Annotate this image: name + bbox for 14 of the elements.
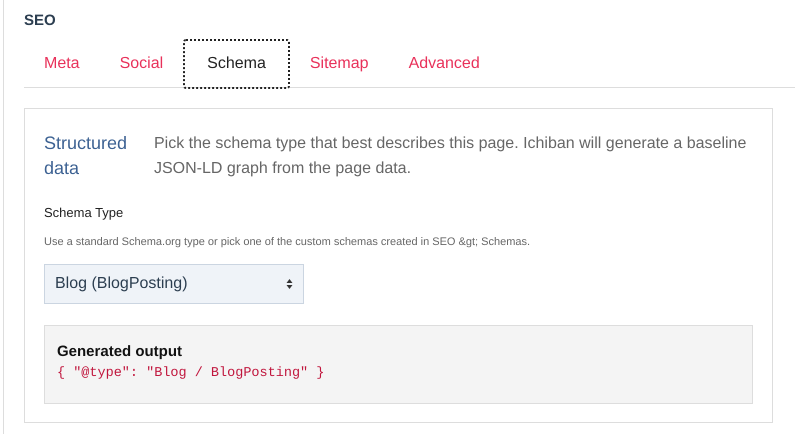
schema-type-select[interactable]: Blog (BlogPosting) <box>44 264 304 304</box>
panel-heading: Structured data <box>44 132 128 180</box>
tab[interactable]: Meta <box>24 39 100 89</box>
tab[interactable]: Advanced <box>388 39 500 89</box>
output-title: Generated output <box>57 343 184 360</box>
section-title: SEO <box>24 11 57 31</box>
tab[interactable]: Social <box>100 39 184 89</box>
sort-arrows-icon <box>286 278 293 290</box>
tab[interactable]: Sitemap <box>290 39 389 89</box>
field-label: Schema Type <box>44 205 124 220</box>
field-help: Use a standard Schema.org type or pick one of the custom schemas created in SEO &gt; Schemas. <box>44 236 532 248</box>
panel-description: Pick the schema type that best describes this page. Ichiban will generate a baseline JSON-LD graph from the page data. <box>154 134 748 179</box>
output-code: { "@type": "Blog / BlogPosting" } <box>57 366 326 381</box>
tab[interactable]: Schema <box>183 39 290 89</box>
